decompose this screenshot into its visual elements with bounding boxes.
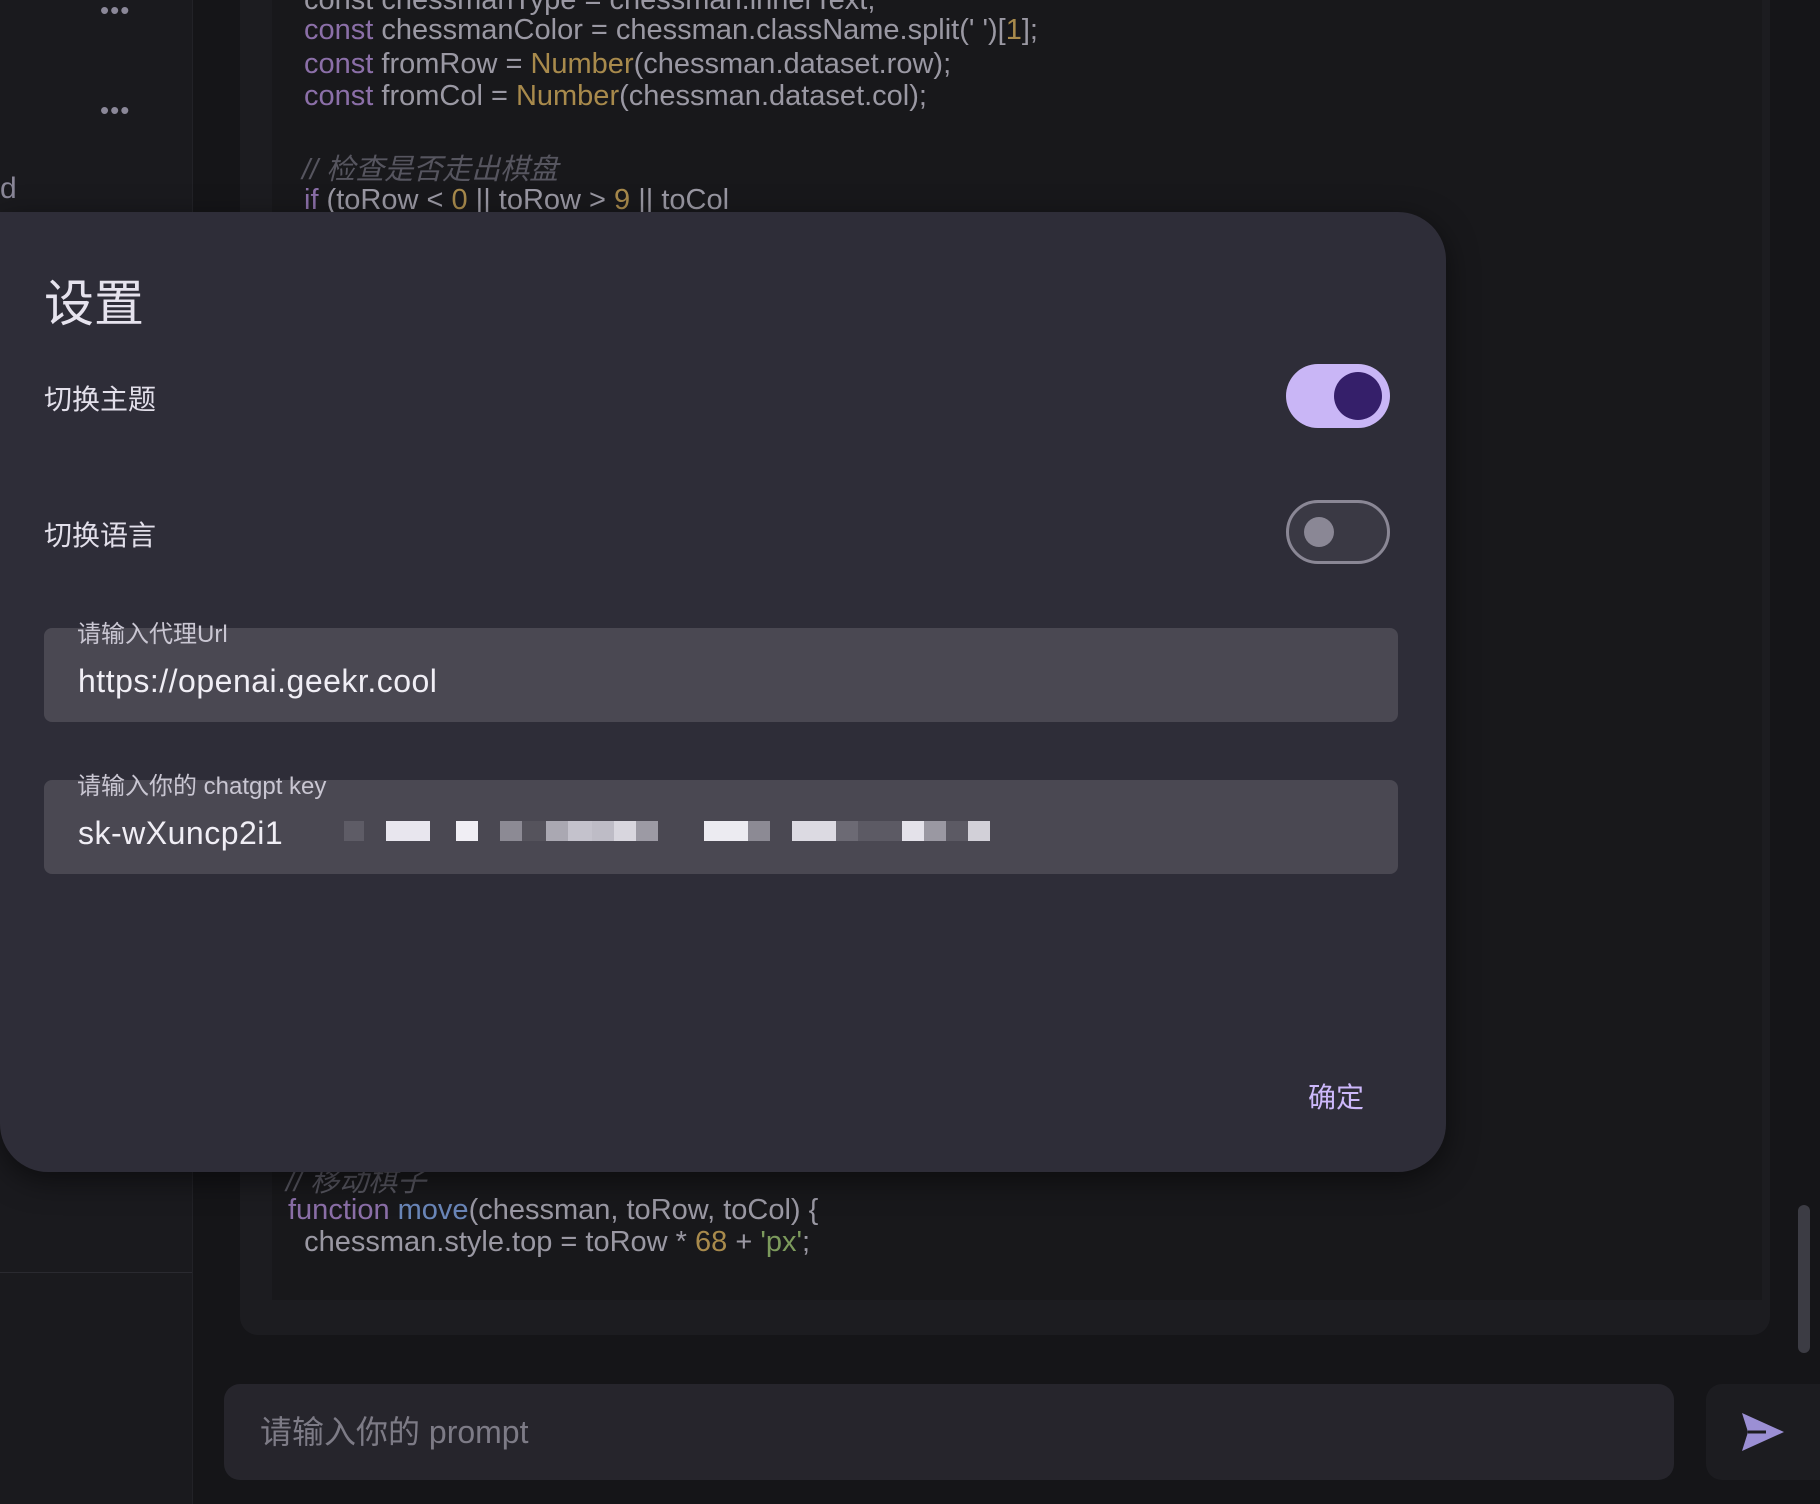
dialog-title: 设置 [44,276,144,332]
settings-dialog: 设置 切换主题 切换语言 请输入代理Url 请输入你的 chatgpt key [0,212,1446,1172]
api-key-label: 请输入你的 chatgpt key [77,773,327,800]
proxy-url-input[interactable] [76,661,1366,701]
app-window: ••• ••• d const chessmanType = chessman.… [0,0,1820,1504]
send-icon [1742,1413,1784,1451]
more-icon[interactable]: ••• [100,97,130,123]
code-line: const chessmanColor = chessman.className… [304,14,1038,46]
toggle-knob [1334,372,1382,420]
code-comment: // 检查是否走出棋盘 [302,154,559,186]
code-line: const fromCol = Number(chessman.dataset.… [304,80,927,112]
prompt-box [224,1384,1674,1480]
theme-toggle-label: 切换主题 [44,384,157,415]
redacted-key-mask [344,816,1114,846]
send-button[interactable] [1706,1384,1820,1480]
more-icon[interactable]: ••• [100,0,130,23]
language-toggle-label: 切换语言 [44,520,157,551]
language-toggle[interactable] [1286,500,1390,564]
proxy-url-label: 请输入代理Url [77,621,228,648]
theme-toggle[interactable] [1286,364,1390,428]
code-line: const fromRow = Number(chessman.dataset.… [304,48,952,80]
code-line: chessman.style.top = toRow * 68 + 'px'; [288,1226,811,1258]
confirm-button[interactable]: 确定 [1296,1070,1376,1122]
code-line: function move(chessman, toRow, toCol) { [288,1194,819,1226]
sidebar-divider [0,1272,192,1273]
prompt-input[interactable] [258,1412,1640,1452]
toggle-knob [1304,517,1334,547]
proxy-url-field [44,628,1398,722]
conversation-title-fragment: d [0,172,17,205]
scrollbar-thumb[interactable] [1798,1205,1810,1353]
